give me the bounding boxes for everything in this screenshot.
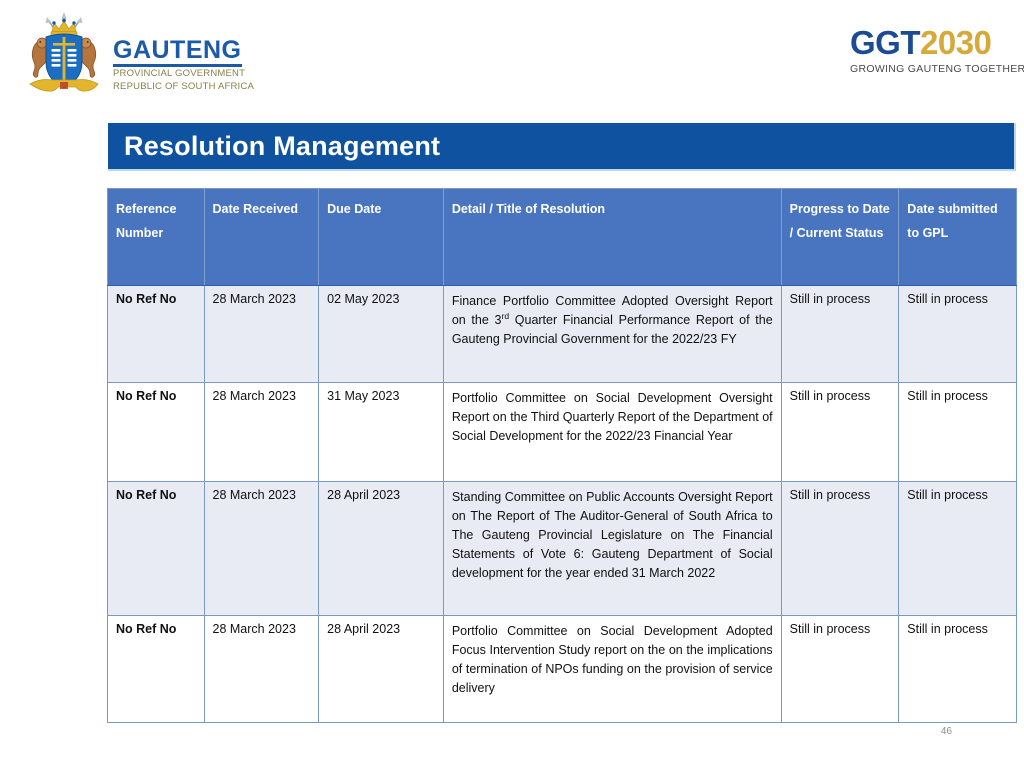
slide-title-bar: Resolution Management — [108, 123, 1016, 171]
page-title: Resolution Management — [124, 130, 441, 161]
cell-progress-status: Still in process — [781, 481, 900, 616]
cell-date-submitted-gpl: Still in process — [898, 481, 1017, 616]
column-header-detail-title: Detail / Title of Resolution — [443, 188, 782, 286]
gauteng-wordmark-name: GAUTENG — [113, 38, 242, 67]
cell-date-received: 28 March 2023 — [204, 615, 320, 723]
cell-date-submitted-gpl: Still in process — [898, 285, 1017, 383]
table-row: No Ref No 28 March 2023 31 May 2023 Port… — [107, 382, 1017, 482]
cell-progress-status: Still in process — [781, 615, 900, 723]
cell-date-received: 28 March 2023 — [204, 382, 320, 482]
cell-date-received: 28 March 2023 — [204, 481, 320, 616]
ggt2030-year: 2030 — [920, 24, 992, 61]
cell-detail-title: Portfolio Committee on Social Developmen… — [443, 382, 782, 482]
cell-reference-number: No Ref No — [107, 615, 205, 723]
cell-detail-title: Standing Committee on Public Accounts Ov… — [443, 481, 782, 616]
cell-due-date: 28 April 2023 — [318, 615, 444, 723]
table-row: No Ref No 28 March 2023 02 May 2023 Fina… — [107, 285, 1017, 383]
cell-reference-number: No Ref No — [107, 481, 205, 616]
slide-header: GAUTENG PROVINCIAL GOVERNMENT REPUBLIC O… — [0, 0, 1024, 110]
cell-due-date: 31 May 2023 — [318, 382, 444, 482]
column-header-date-submitted-gpl: Date submitted to GPL — [898, 188, 1017, 286]
cell-date-submitted-gpl: Still in process — [898, 382, 1017, 482]
table-row: No Ref No 28 March 2023 28 April 2023 Po… — [107, 615, 1017, 723]
cell-date-received: 28 March 2023 — [204, 285, 320, 383]
gauteng-wordmark: GAUTENG PROVINCIAL GOVERNMENT REPUBLIC O… — [113, 38, 323, 93]
gauteng-coat-of-arms-icon — [18, 10, 110, 102]
ggt2030-tagline: GROWING GAUTENG TOGETHER — [850, 63, 1024, 75]
cell-date-submitted-gpl: Still in process — [898, 615, 1017, 723]
page-number: 46 — [940, 726, 952, 737]
ggt2030-logo: GGT2030 GROWING GAUTENG TOGETHER — [850, 26, 1024, 75]
cell-progress-status: Still in process — [781, 382, 900, 482]
cell-progress-status: Still in process — [781, 285, 900, 383]
gauteng-wordmark-line2: REPUBLIC OF SOUTH AFRICA — [113, 80, 254, 92]
column-header-reference-number: Reference Number — [107, 188, 205, 286]
cell-reference-number: No Ref No — [107, 382, 205, 482]
ggt2030-logo-main: GGT2030 — [850, 26, 1010, 59]
cell-detail-title: Portfolio Committee on Social Developmen… — [443, 615, 782, 723]
table-row: No Ref No 28 March 2023 28 April 2023 St… — [107, 481, 1017, 616]
column-header-date-received: Date Received — [204, 188, 320, 286]
cell-due-date: 02 May 2023 — [318, 285, 444, 383]
cell-due-date: 28 April 2023 — [318, 481, 444, 616]
column-header-due-date: Due Date — [318, 188, 444, 286]
table-header-row: Reference Number Date Received Due Date … — [107, 188, 1017, 286]
cell-reference-number: No Ref No — [107, 285, 205, 383]
resolution-table: Reference Number Date Received Due Date … — [107, 188, 1017, 723]
detail-ordinal-suffix: rd — [501, 310, 510, 321]
gauteng-wordmark-line1: PROVINCIAL GOVERNMENT — [113, 68, 246, 79]
column-header-progress-status: Progress to Date / Current Status — [781, 188, 900, 286]
ggt2030-prefix: GGT — [850, 24, 921, 61]
cell-detail-title: Finance Portfolio Committee Adopted Over… — [443, 285, 782, 383]
